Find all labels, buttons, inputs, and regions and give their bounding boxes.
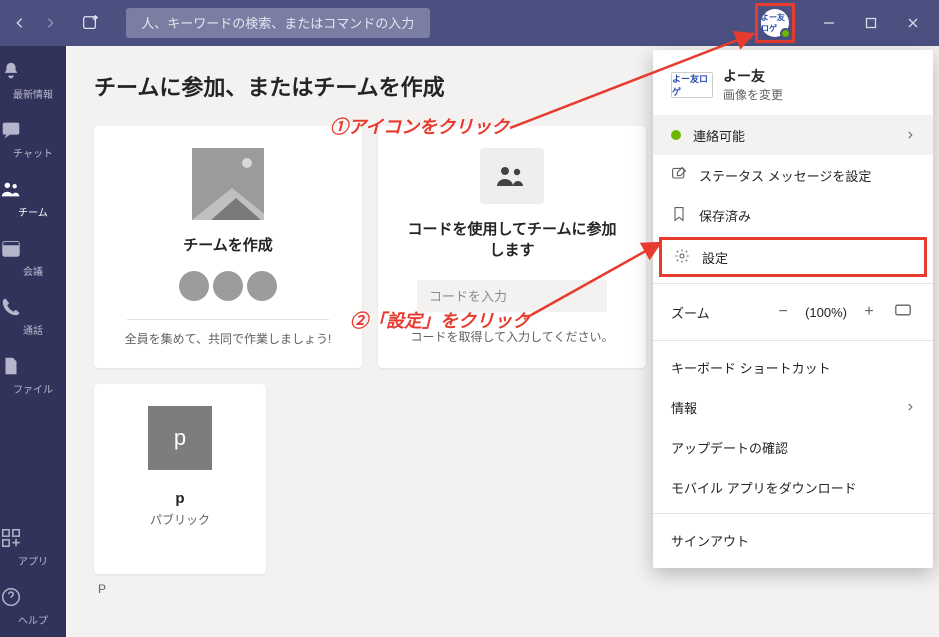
image-placeholder-icon <box>192 148 264 220</box>
help-icon <box>0 586 66 608</box>
menu-separator <box>653 283 933 284</box>
profile-avatar-highlight: よー友ロゲ <box>755 3 795 43</box>
menu-label: サインアウト <box>671 531 749 550</box>
user-name: よー友 <box>723 66 783 86</box>
card-join-code: コードを使用してチームに参加します コードを取得して入力してください。 <box>378 126 646 368</box>
menu-label: モバイル アプリをダウンロード <box>671 478 857 497</box>
title-bar: よー友ロゲ <box>0 0 939 46</box>
rail-label: チーム <box>18 208 48 219</box>
menu-label: 保存済み <box>699 206 751 225</box>
rail-label: アプリ <box>18 557 48 568</box>
zoom-value: (100%) <box>805 305 847 320</box>
card-subtitle: パブリック <box>150 511 210 528</box>
card-title: コードを使用してチームに参加します <box>402 218 622 260</box>
menu-shortcuts[interactable]: キーボード ショートカット <box>653 347 933 387</box>
card-team-p[interactable]: p p パブリック <box>94 384 266 574</box>
calendar-icon <box>0 237 66 259</box>
rail-activity[interactable]: 最新情報 <box>0 52 66 111</box>
rail-apps[interactable]: アプリ <box>0 519 66 578</box>
teams-icon <box>0 178 66 200</box>
window-maximize-button[interactable] <box>853 8 889 38</box>
menu-saved[interactable]: 保存済み <box>653 195 933 235</box>
person-icon <box>247 271 277 301</box>
fullscreen-icon[interactable] <box>891 303 915 321</box>
rail-chat[interactable]: チャット <box>0 111 66 170</box>
status-available-icon <box>671 130 681 140</box>
rail-calendar[interactable]: 会議 <box>0 229 66 288</box>
profile-avatar[interactable]: よー友ロゲ <box>761 9 789 37</box>
card-subtitle: 全員を集めて、共同で作業しましょう! <box>125 330 332 347</box>
change-image-link[interactable]: 画像を変更 <box>723 86 783 103</box>
people-group-icon <box>480 148 544 204</box>
rail-label: 会議 <box>23 267 43 278</box>
zoom-in-button[interactable]: + <box>857 303 881 321</box>
apps-icon <box>0 527 66 549</box>
rail-files[interactable]: ファイル <box>0 347 66 406</box>
rail-label: ヘルプ <box>18 616 48 627</box>
chat-icon <box>0 119 66 141</box>
avatars-row <box>179 271 277 301</box>
window-close-button[interactable] <box>895 8 931 38</box>
zoom-out-button[interactable]: − <box>771 303 795 321</box>
menu-status-message[interactable]: ステータス メッセージを設定 <box>653 155 933 195</box>
bell-icon <box>0 60 66 82</box>
menu-label: 情報 <box>671 398 697 417</box>
profile-menu: よー友ロゲ よー友 画像を変更 連絡可能 ステータス メッセージを設定 保存済み… <box>653 50 933 568</box>
menu-label: ステータス メッセージを設定 <box>699 166 871 185</box>
bookmark-icon <box>671 206 687 225</box>
menu-label: 設定 <box>702 248 728 267</box>
rail-help[interactable]: ヘルプ <box>0 578 66 637</box>
stray-text: P <box>98 582 911 596</box>
edit-icon <box>671 166 687 185</box>
menu-separator <box>653 513 933 514</box>
chevron-right-icon <box>905 128 915 143</box>
card-subtitle: コードを取得して入力してください。 <box>411 328 614 345</box>
card-title: チームを作成 <box>183 234 273 255</box>
team-letter-avatar: p <box>148 406 212 470</box>
rail-label: 最新情報 <box>13 90 53 101</box>
search-input[interactable] <box>126 16 430 31</box>
card-create-team[interactable]: チームを作成 全員を集めて、共同で作業しましょう! <box>94 126 362 368</box>
window-minimize-button[interactable] <box>811 8 847 38</box>
search-box[interactable] <box>126 8 430 38</box>
zoom-label: ズーム <box>671 303 761 322</box>
divider <box>127 319 329 320</box>
menu-mobile-download[interactable]: モバイル アプリをダウンロード <box>653 467 933 507</box>
file-icon <box>0 355 66 377</box>
gear-icon <box>674 248 690 267</box>
menu-label: 連絡可能 <box>693 126 745 145</box>
profile-menu-header: よー友ロゲ よー友 画像を変更 <box>653 50 933 115</box>
menu-status[interactable]: 連絡可能 <box>653 115 933 155</box>
rail-label: チャット <box>13 149 53 160</box>
person-icon <box>179 271 209 301</box>
menu-zoom: ズーム − (100%) + <box>653 290 933 334</box>
app-rail: 最新情報 チャット チーム 会議 通話 ファイル アプリ ヘルプ <box>0 46 66 637</box>
menu-separator <box>653 340 933 341</box>
rail-calls[interactable]: 通話 <box>0 288 66 347</box>
menu-signout[interactable]: サインアウト <box>653 520 933 560</box>
join-code-input[interactable] <box>417 280 607 312</box>
menu-info[interactable]: 情報 <box>653 387 933 427</box>
card-title: p <box>175 490 184 507</box>
person-icon <box>213 271 243 301</box>
phone-icon <box>0 296 66 318</box>
chevron-right-icon <box>905 400 915 415</box>
rail-label: 通話 <box>23 326 43 337</box>
nav-forward-button[interactable] <box>38 11 62 35</box>
menu-label: キーボード ショートカット <box>671 358 831 377</box>
menu-settings[interactable]: 設定 <box>659 237 927 277</box>
presence-indicator <box>780 28 791 39</box>
org-logo: よー友ロゲ <box>671 72 713 98</box>
rail-teams[interactable]: チーム <box>0 170 66 229</box>
rail-label: ファイル <box>13 385 53 396</box>
menu-label: アップデートの確認 <box>671 438 788 457</box>
nav-back-button[interactable] <box>8 11 32 35</box>
menu-check-updates[interactable]: アップデートの確認 <box>653 427 933 467</box>
new-message-button[interactable] <box>76 9 104 37</box>
